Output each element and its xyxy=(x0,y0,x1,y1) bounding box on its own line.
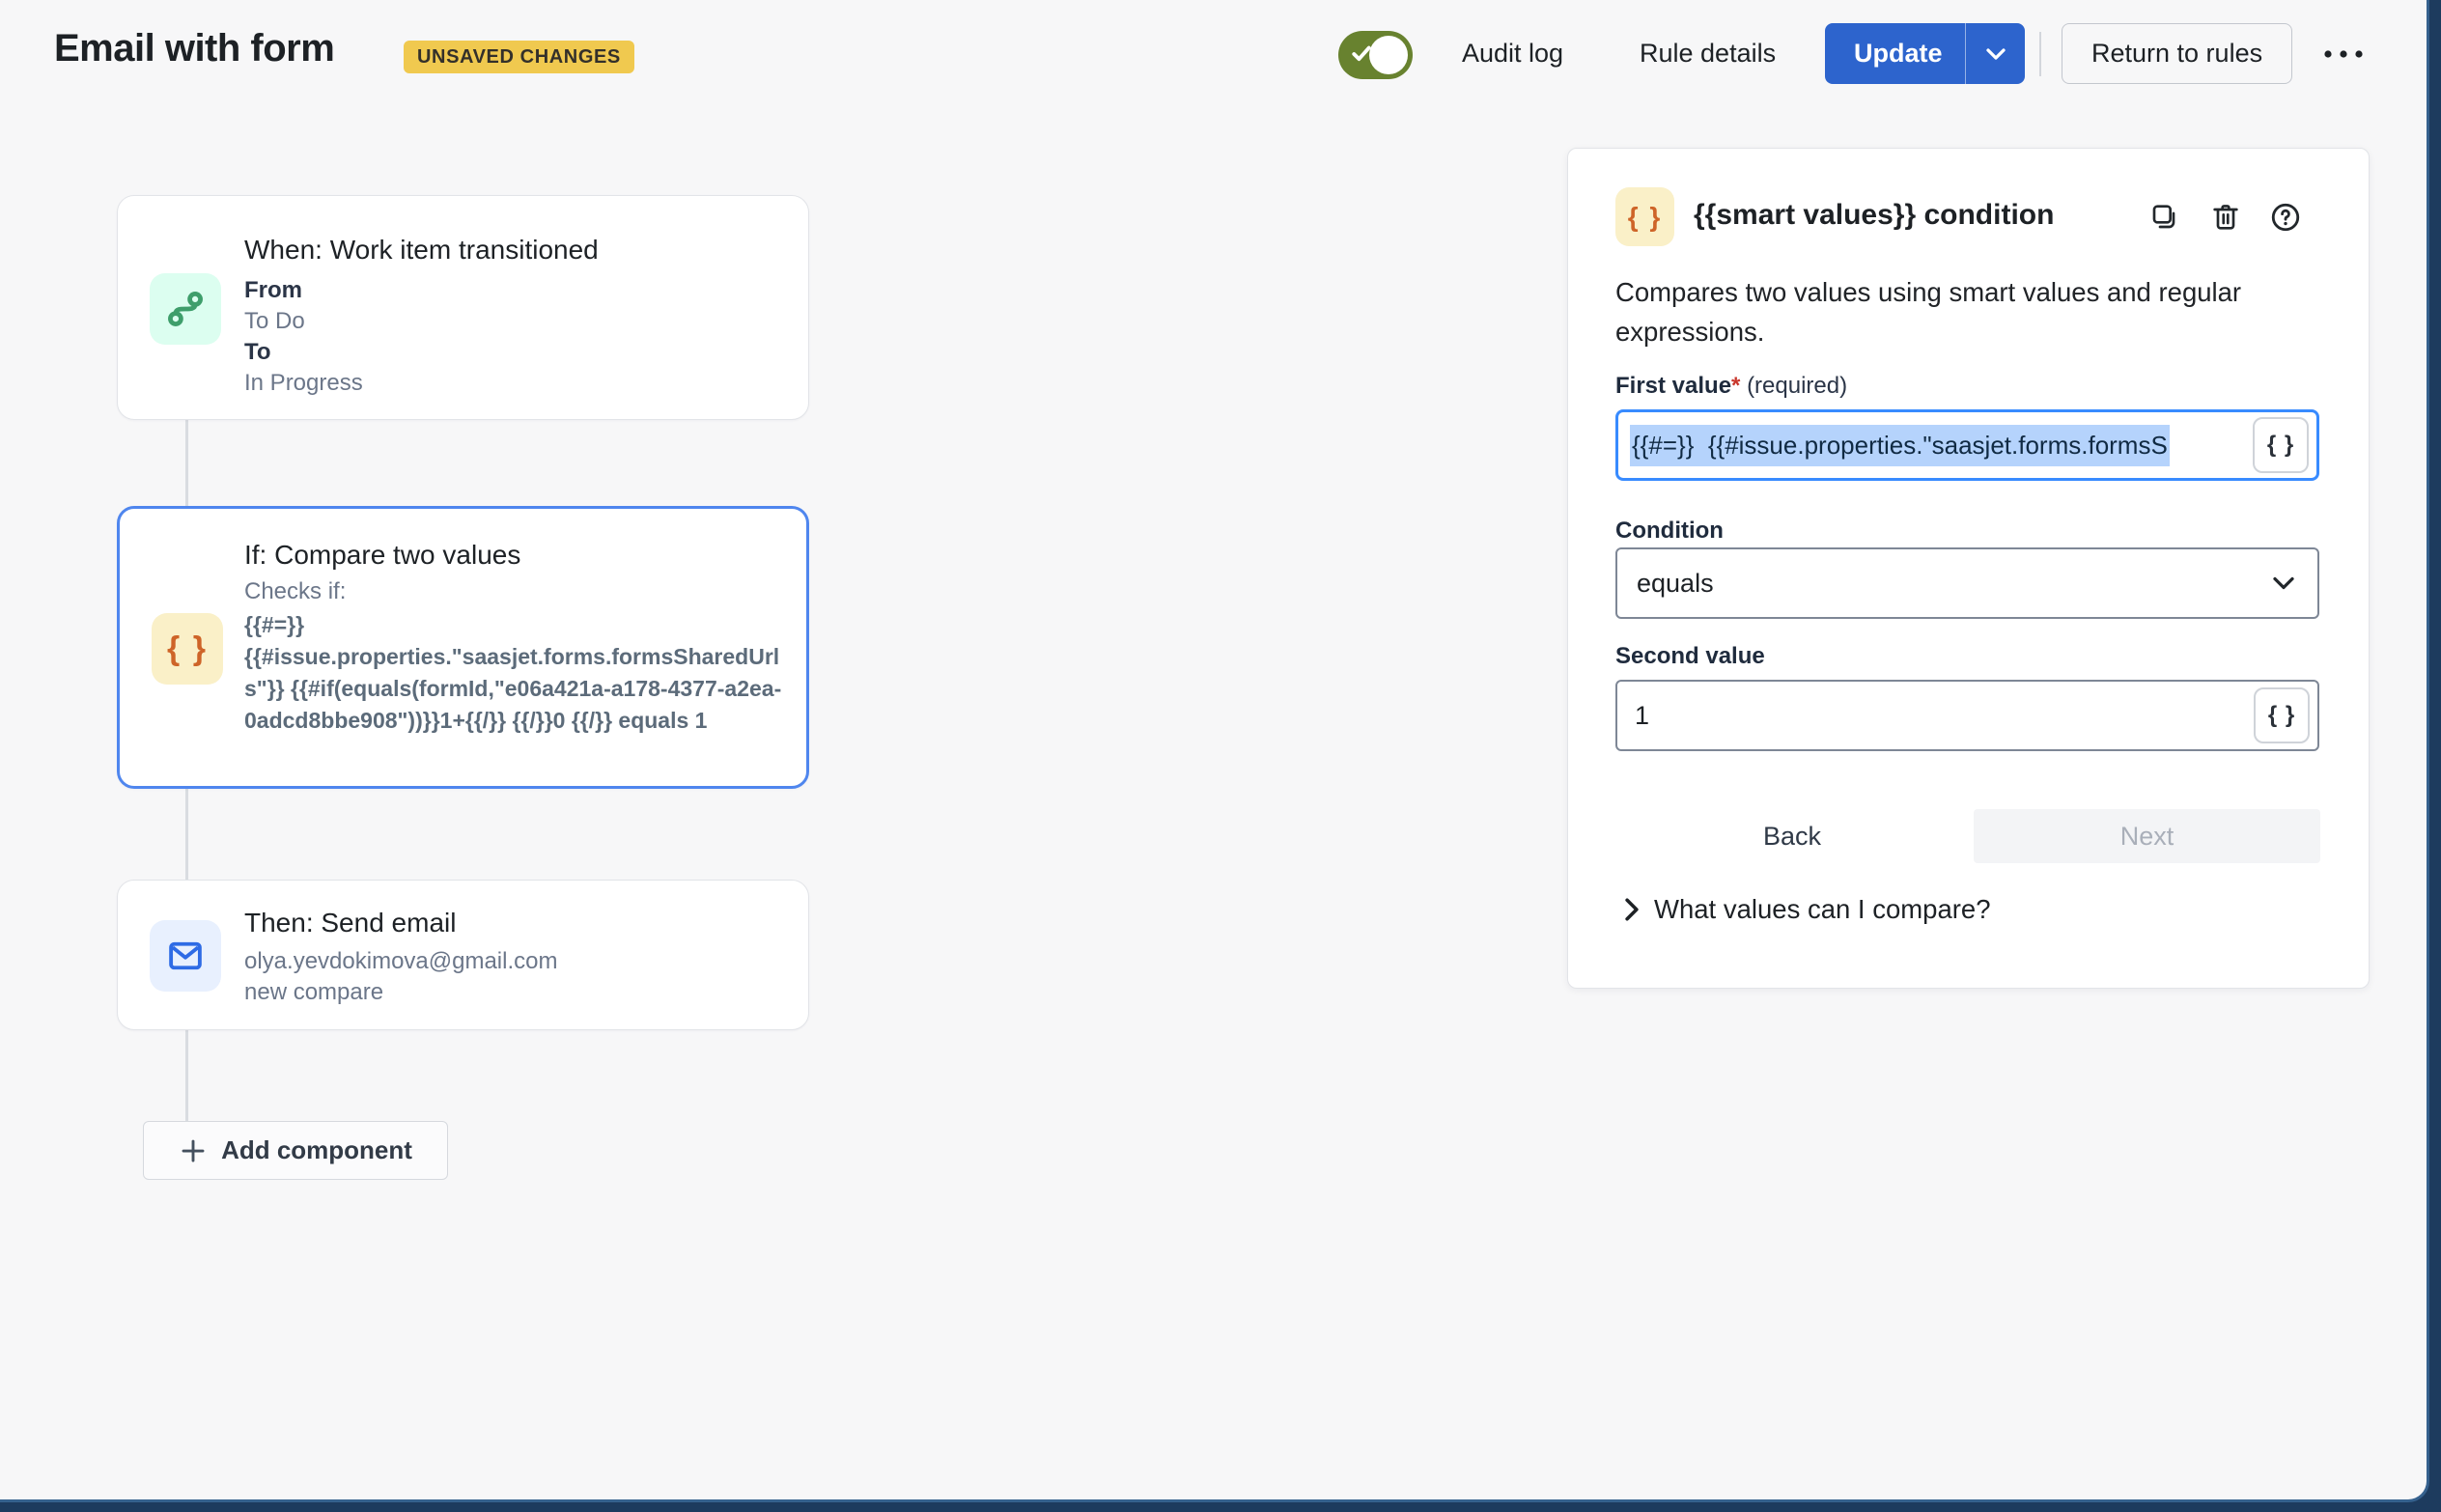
braces-icon: { } xyxy=(2268,702,2295,729)
page-title: Email with form xyxy=(54,27,334,70)
email-icon xyxy=(150,920,221,992)
add-component-button[interactable]: Add component xyxy=(143,1121,448,1180)
chevron-down-icon xyxy=(1984,46,2007,62)
action-subject: new compare xyxy=(244,977,557,1008)
transition-icon xyxy=(150,273,221,345)
ellipsis-icon xyxy=(2323,49,2364,59)
condition-checks-label: Checks if: xyxy=(244,578,785,605)
trigger-to-value: In Progress xyxy=(244,368,599,399)
braces-icon: { } xyxy=(2267,432,2294,459)
trigger-card[interactable]: When: Work item transitioned From To Do … xyxy=(117,195,809,420)
required-asterisk: * xyxy=(1731,373,1740,399)
action-card[interactable]: Then: Send email olya.yevdokimova@gmail.… xyxy=(117,880,809,1030)
next-button-disabled[interactable]: Next xyxy=(1974,809,2320,863)
required-text: (required) xyxy=(1747,373,1847,399)
trigger-from-label: From xyxy=(244,275,599,306)
condition-config-panel: { } {{smart values}} condition C xyxy=(1567,148,2370,989)
what-values-expand-link[interactable]: What values can I compare? xyxy=(1622,894,1991,925)
condition-select[interactable]: equals xyxy=(1615,547,2319,619)
first-value-selected-text: {{#=}} {{#issue.properties."saasjet.form… xyxy=(1630,425,2170,466)
trigger-title: When: Work item transitioned xyxy=(244,235,599,266)
second-value-label: Second value xyxy=(1615,643,1765,670)
automation-editor-window: Email with form UNSAVED CHANGES Audit lo… xyxy=(0,0,2429,1502)
audit-log-button[interactable]: Audit log xyxy=(1462,23,1563,84)
rule-enabled-toggle[interactable] xyxy=(1338,31,1413,79)
smart-values-braces-icon: { } xyxy=(152,613,223,685)
update-dropdown-button[interactable] xyxy=(1965,23,2025,84)
second-value-text: 1 xyxy=(1635,701,1649,731)
expand-link-label: What values can I compare? xyxy=(1654,894,1991,925)
copy-icon xyxy=(2148,202,2179,233)
condition-title: If: Compare two values xyxy=(244,540,785,571)
header-divider xyxy=(2039,32,2041,76)
toggle-knob xyxy=(1369,36,1408,74)
condition-label: Condition xyxy=(1615,518,1724,545)
duplicate-button[interactable] xyxy=(2142,195,2186,239)
chevron-down-icon xyxy=(2271,574,2296,592)
return-to-rules-button[interactable]: Return to rules xyxy=(2062,23,2292,84)
question-circle-icon xyxy=(2269,201,2302,234)
more-actions-button[interactable] xyxy=(2315,23,2371,84)
rule-details-button[interactable]: Rule details xyxy=(1640,23,1776,84)
help-button[interactable] xyxy=(2263,195,2308,239)
condition-selected-option: equals xyxy=(1637,569,1714,599)
back-button[interactable]: Back xyxy=(1715,809,1869,863)
update-button[interactable]: Update xyxy=(1825,23,1972,84)
add-component-label: Add component xyxy=(221,1135,412,1165)
first-value-label: First value* (required) xyxy=(1615,373,1847,400)
trigger-from-value: To Do xyxy=(244,306,599,337)
action-recipient: olya.yevdokimova@gmail.com xyxy=(244,946,557,977)
second-value-input[interactable]: 1 { } xyxy=(1615,680,2319,751)
unsaved-changes-badge: UNSAVED CHANGES xyxy=(404,41,634,73)
plus-icon xyxy=(179,1136,208,1165)
action-title: Then: Send email xyxy=(244,908,557,938)
desktop-frame: Email with form UNSAVED CHANGES Audit lo… xyxy=(0,0,2441,1512)
delete-button[interactable] xyxy=(2203,195,2248,239)
trigger-to-label: To xyxy=(244,337,599,368)
panel-title: {{smart values}} condition xyxy=(1694,199,2054,232)
smart-value-picker-button[interactable]: { } xyxy=(2254,687,2310,743)
chevron-right-icon xyxy=(1622,897,1641,922)
first-value-input[interactable]: {{#=}} {{#issue.properties."saasjet.form… xyxy=(1615,409,2319,481)
condition-card-selected[interactable]: { } If: Compare two values Checks if: {{… xyxy=(117,506,809,789)
panel-description: Compares two values using smart values a… xyxy=(1615,272,2291,351)
smart-value-picker-button[interactable]: { } xyxy=(2253,417,2309,473)
smart-values-braces-icon: { } xyxy=(1615,187,1674,246)
condition-expression: {{#=}} {{#issue.properties."saasjet.form… xyxy=(244,609,785,737)
trash-icon xyxy=(2210,202,2241,233)
